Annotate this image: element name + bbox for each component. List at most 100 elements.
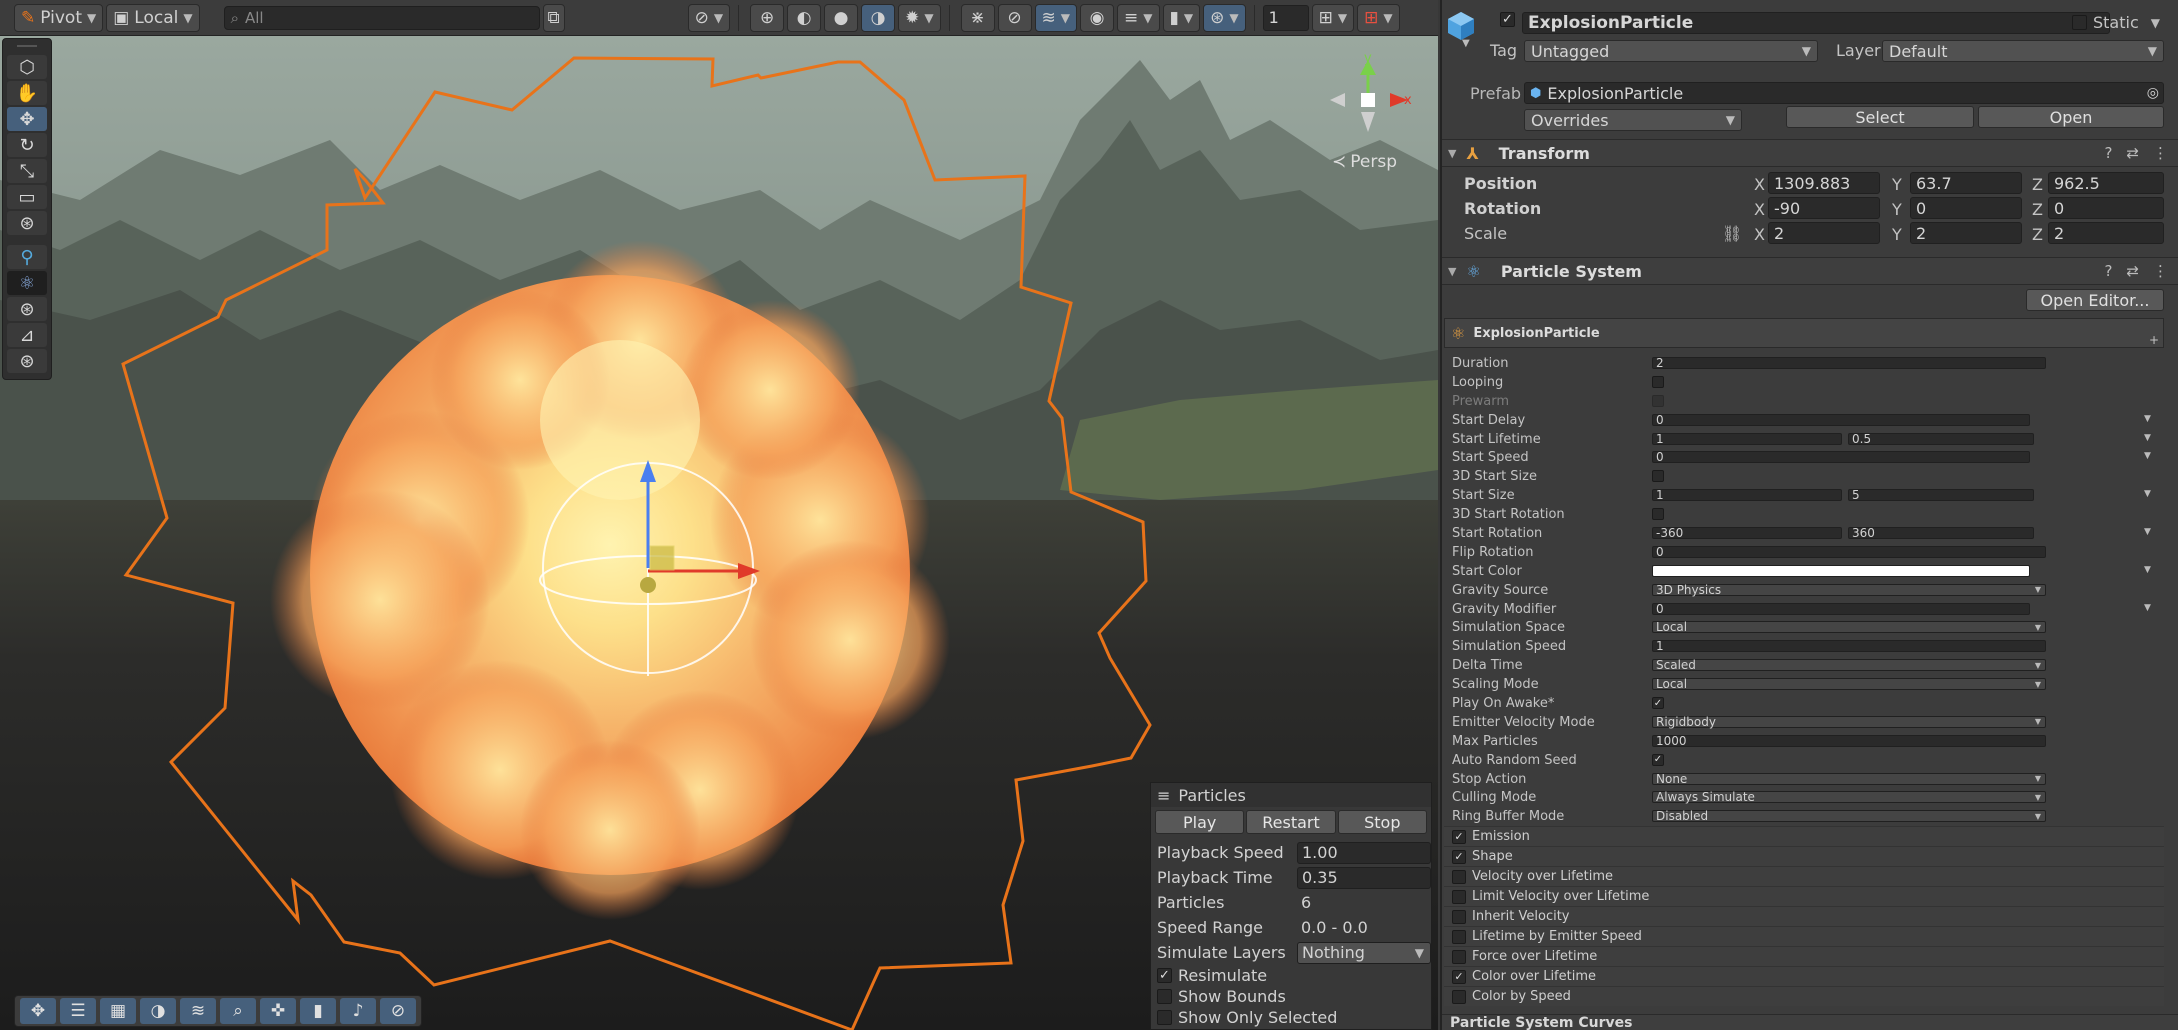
- gameobject-icon[interactable]: [1446, 10, 1476, 42]
- checkbox-empty[interactable]: [1652, 375, 1664, 388]
- tool-slot-3[interactable]: ⊛: [7, 349, 47, 373]
- checkbox-empty[interactable]: [1452, 869, 1466, 884]
- scaling-mode-dropdown[interactable]: Local ▼: [1652, 677, 2046, 691]
- start-rotation-max-field[interactable]: 360: [1848, 526, 2034, 540]
- simulate-layers-dropdown[interactable]: Nothing ▼: [1297, 941, 1431, 964]
- target-icon[interactable]: ◎: [2147, 85, 2159, 101]
- object-name-field[interactable]: ExplosionParticle: [1522, 12, 2110, 34]
- search-options-icon[interactable]: ⧉: [542, 3, 565, 32]
- stop-button[interactable]: Stop: [1337, 810, 1427, 834]
- layer-dropdown[interactable]: Default ▼: [1882, 40, 2164, 62]
- duration-field[interactable]: 2: [1652, 356, 2046, 370]
- particle-system-header[interactable]: ▼ ⚛ Particle System ? ⇄ ⋮: [1442, 257, 2178, 285]
- particles-panel-header[interactable]: ≡ Particles: [1151, 783, 1431, 807]
- kebab-menu-icon[interactable]: ⋮: [2153, 262, 2168, 280]
- show-only-selected-toggle[interactable]: Show Only Selected: [1151, 1007, 1431, 1028]
- checkbox-empty[interactable]: [1652, 470, 1664, 483]
- hand-tool-button[interactable]: ✋: [7, 81, 47, 105]
- move-tool-button[interactable]: ✥: [7, 107, 47, 131]
- constrain-proportions-icon[interactable]: ⛓: [1722, 224, 1742, 243]
- tag-dropdown[interactable]: Untagged ▼: [1524, 40, 1818, 62]
- gizmo-tools-dropdown[interactable]: ⊘ ▼: [687, 3, 731, 32]
- chevron-down-icon[interactable]: ▼: [2144, 565, 2151, 575]
- add-module-icon[interactable]: +: [2149, 333, 2159, 347]
- gravity-modifier-field[interactable]: 0: [1652, 602, 2030, 616]
- scale-z-field[interactable]: 2: [2048, 222, 2164, 244]
- delta-time-dropdown[interactable]: Scaled ▼: [1652, 658, 2046, 672]
- chevron-down-icon[interactable]: ▼: [2144, 489, 2151, 499]
- 2d-toggle[interactable]: ⋇: [960, 3, 995, 32]
- checkbox-empty[interactable]: [1157, 989, 1172, 1004]
- overlay-compass-button[interactable]: ⊘: [380, 998, 416, 1024]
- module-row[interactable]: Color by Speed: [1444, 986, 2164, 1007]
- checkmark-icon[interactable]: ✓: [1652, 753, 1664, 766]
- icon-dropdown-caret[interactable]: ▼: [1462, 38, 1470, 49]
- rotation-y-field[interactable]: 0: [1910, 197, 2022, 219]
- camera-dropdown[interactable]: ▮ ▼: [1162, 3, 1201, 32]
- checkmark-icon[interactable]: ✓: [1452, 849, 1466, 864]
- module-row[interactable]: Inherit Velocity: [1444, 906, 2164, 927]
- grid-size-field[interactable]: 1: [1262, 4, 1309, 31]
- position-z-field[interactable]: 962.5: [2048, 172, 2164, 194]
- tool-slot-2[interactable]: ⊿: [7, 323, 47, 347]
- prefab-field[interactable]: ⬢ ExplosionParticle ◎: [1524, 82, 2164, 104]
- overlay-move-button[interactable]: ✥: [20, 998, 56, 1024]
- chevron-down-icon[interactable]: ▼: [2144, 603, 2151, 613]
- simulation-space-dropdown[interactable]: Local ▼: [1652, 620, 2046, 634]
- scale-x-field[interactable]: 2: [1768, 222, 1880, 244]
- resimulate-toggle[interactable]: ✓ Resimulate: [1151, 965, 1431, 986]
- start-lifetime-min-field[interactable]: 1: [1652, 432, 1842, 446]
- chevron-down-icon[interactable]: ▼: [2144, 527, 2151, 537]
- restart-button[interactable]: Restart: [1246, 810, 1336, 834]
- chevron-down-icon[interactable]: ▼: [2144, 433, 2151, 443]
- active-toggle[interactable]: ✓: [1500, 12, 1515, 27]
- overrides-dropdown[interactable]: Overrides ▼: [1524, 109, 1742, 131]
- visibility-toggle[interactable]: ◉: [1080, 3, 1115, 32]
- ring-buffer-mode-dropdown[interactable]: Disabled ▼: [1652, 809, 2046, 823]
- static-toggle[interactable]: Static ▼: [2072, 13, 2160, 32]
- module-row[interactable]: Force over Lifetime: [1444, 946, 2164, 967]
- overlay-grid-button[interactable]: ▦: [100, 998, 136, 1024]
- search-input[interactable]: ⌕ All: [223, 5, 540, 30]
- overlay-pivot-button[interactable]: ✜: [260, 998, 296, 1024]
- help-icon[interactable]: ?: [2104, 262, 2112, 280]
- snap-settings-dropdown[interactable]: ⊞ ▼: [1357, 3, 1400, 32]
- simulation-speed-field[interactable]: 1: [1652, 639, 2046, 653]
- start-rotation-min-field[interactable]: -360: [1652, 526, 1842, 540]
- layers-dropdown[interactable]: ≡ ▼: [1117, 3, 1160, 32]
- start-size-max-field[interactable]: 5: [1848, 488, 2034, 502]
- checkbox-empty[interactable]: [1452, 889, 1466, 904]
- start-color-swatch[interactable]: [1652, 564, 2030, 577]
- module-row[interactable]: Limit Velocity over Lifetime: [1444, 886, 2164, 907]
- emitter-velocity-mode-dropdown[interactable]: Rigidbody ▼: [1652, 715, 2046, 729]
- overlay-audio-button[interactable]: ♪: [340, 998, 376, 1024]
- gizmos-dropdown[interactable]: ⊛ ▼: [1203, 3, 1246, 32]
- playback-time-field[interactable]: 0.35: [1297, 866, 1431, 889]
- transform-tool-button[interactable]: ⊛: [7, 211, 47, 235]
- shaded-wireframe-button[interactable]: ◐: [787, 3, 822, 32]
- chevron-down-icon[interactable]: ▼: [1448, 265, 1456, 278]
- overlay-camera-button[interactable]: ▮: [300, 998, 336, 1024]
- start-size-min-field[interactable]: 1: [1652, 488, 1842, 502]
- transform-header[interactable]: ▼ ⅄ Transform ? ⇄ ⋮: [1442, 139, 2178, 167]
- stop-action-dropdown[interactable]: None ▼: [1652, 772, 2046, 786]
- rotation-z-field[interactable]: 0: [2048, 197, 2164, 219]
- effects-dropdown[interactable]: ≋ ▼: [1034, 3, 1078, 32]
- culling-mode-dropdown[interactable]: Always Simulate ▼: [1652, 790, 2046, 804]
- play-button[interactable]: Play: [1155, 810, 1245, 834]
- scale-y-field[interactable]: 2: [1910, 222, 2022, 244]
- module-row[interactable]: ✓ Color over Lifetime: [1444, 966, 2164, 987]
- prefab-open-button[interactable]: Open: [1978, 106, 2164, 128]
- checkbox-empty[interactable]: [1452, 929, 1466, 944]
- module-row[interactable]: ✓ Emission: [1444, 826, 2164, 847]
- overlay-shading-button[interactable]: ◑: [140, 998, 176, 1024]
- checkbox-empty[interactable]: [1452, 949, 1466, 964]
- scale-tool-button[interactable]: ⤡: [7, 159, 47, 183]
- presets-icon[interactable]: ⇄: [2126, 144, 2139, 162]
- overlay-search-button[interactable]: ⌕: [220, 998, 256, 1024]
- custom-tool-button[interactable]: ⚲: [7, 245, 47, 269]
- drag-handle-icon[interactable]: ≡: [1157, 786, 1170, 805]
- view-tool-button[interactable]: ⬡: [7, 55, 47, 79]
- unlit-button[interactable]: ◑: [861, 3, 896, 32]
- wireframe-shading-button[interactable]: ⊕: [750, 3, 785, 32]
